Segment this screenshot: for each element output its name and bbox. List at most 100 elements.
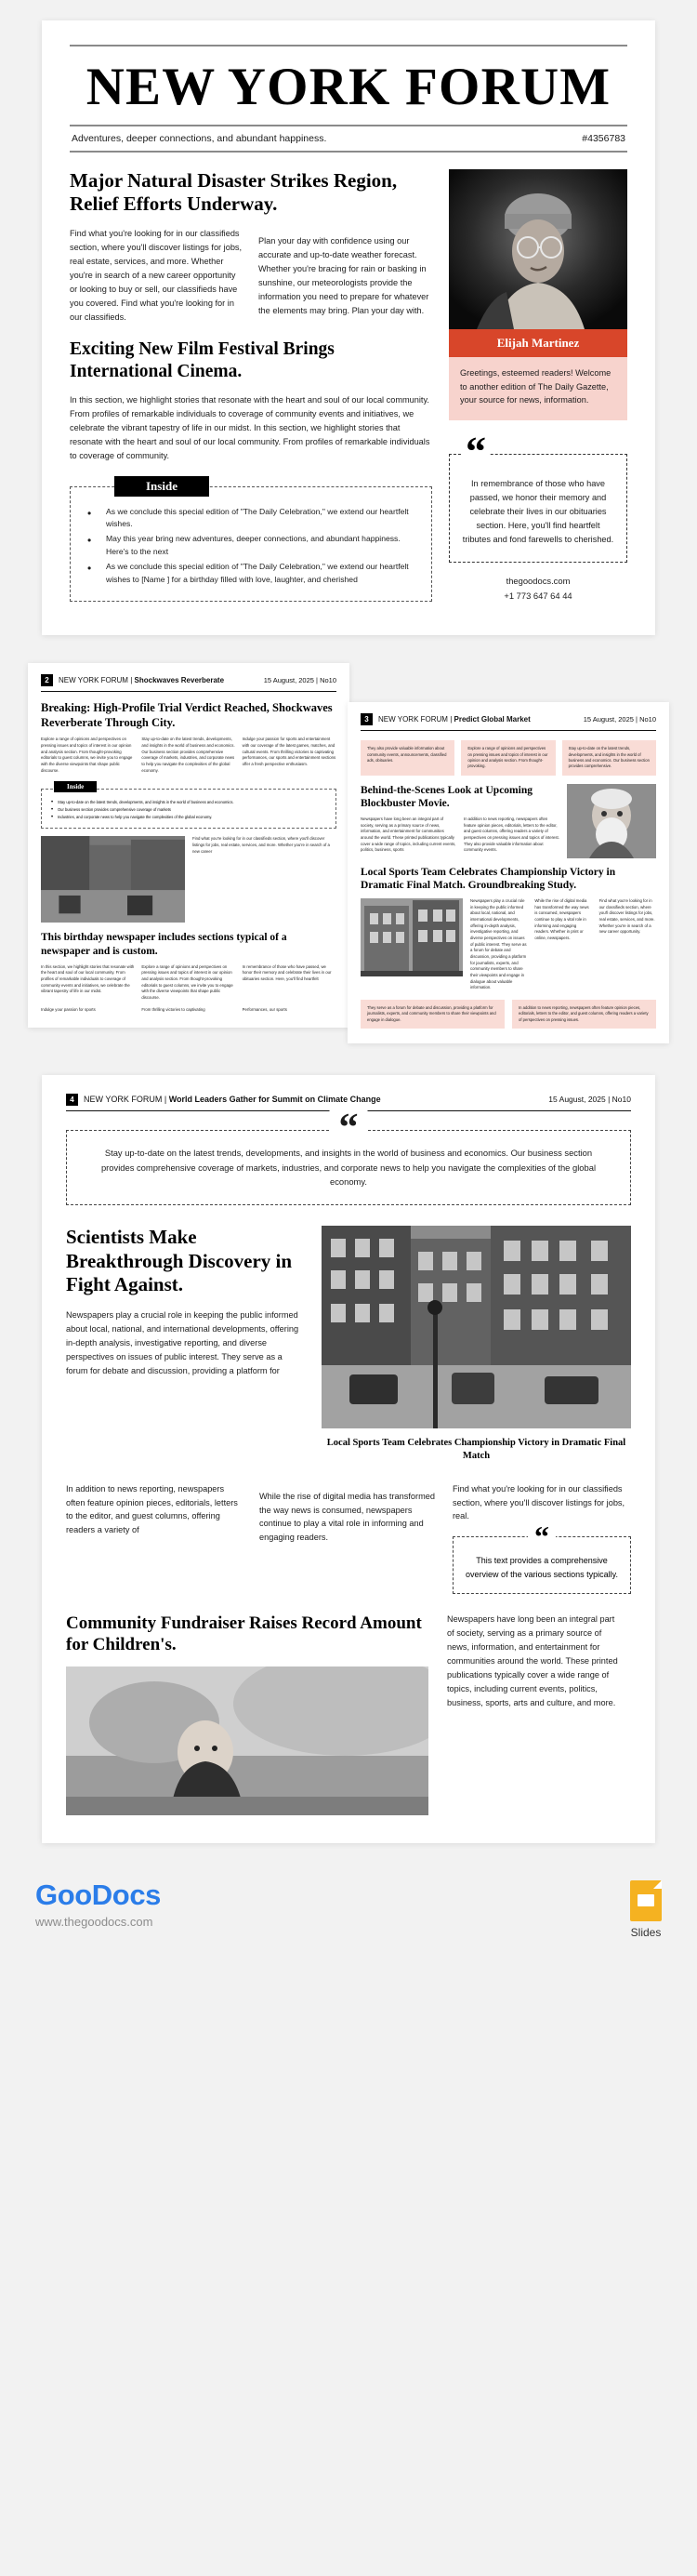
header-paper-name: NEW YORK FORUM xyxy=(59,676,128,685)
page2-inside-label: Inside xyxy=(54,781,98,793)
page1-right-sidebar: Elijah Martinez Greetings, esteemed read… xyxy=(449,168,627,604)
page2-sub-text: Find what you're looking for in our clas… xyxy=(192,836,330,854)
page2-inside-section: Inside Stay up-to-date on the latest tre… xyxy=(41,781,336,830)
page4-closing-text: Newspapers have long been an integral pa… xyxy=(447,1614,618,1707)
page2-sub-row: Find what you're looking for in our clas… xyxy=(41,836,336,923)
page3-header-left: 3 NEW YORK FORUM | Predict Global Market xyxy=(361,713,531,726)
newspaper-page-4: 4 NEW YORK FORUM | World Leaders Gather … xyxy=(42,1074,655,1844)
contact-info: thegoodocs.com +1 773 647 64 44 xyxy=(449,574,627,604)
page4-main-columns: Scientists Make Breakthrough Discovery i… xyxy=(66,1226,631,1463)
page2-note2: From thrilling victories to captivating xyxy=(141,1006,205,1012)
editor-intro-text: Greetings, esteemed readers! Welcome to … xyxy=(449,356,627,420)
list-item: May this year bring new adventures, deep… xyxy=(84,532,418,558)
page2-note3: Performances, our sports xyxy=(242,1006,287,1012)
contact-phone: +1 773 647 64 44 xyxy=(504,590,572,601)
page4-bottom-left: Community Fundraiser Raises Record Amoun… xyxy=(66,1613,428,1816)
page-title: NEW YORK FORUM xyxy=(85,58,612,116)
page3-header-date: 15 August, 2025 | No10 xyxy=(583,715,656,724)
page4-tri-col2: While the rise of digital media has tran… xyxy=(259,1491,435,1543)
page2-inside-list: Stay up-to-date on the latest trends, de… xyxy=(49,799,328,821)
brand-text-docs: Docs xyxy=(91,1879,162,1912)
inside-section: Inside As we conclude this special editi… xyxy=(70,475,432,602)
inside-box: As we conclude this special edition of "… xyxy=(70,485,432,602)
newspaper-page-3: 3 NEW YORK FORUM | Predict Global Market… xyxy=(348,702,669,1043)
city-street-photo xyxy=(41,836,185,923)
brand-text-goo: Goo xyxy=(35,1879,92,1912)
page3-article2-col2: While the rise of digital media has tran… xyxy=(534,898,589,941)
page4-bottom-row: Community Fundraiser Raises Record Amoun… xyxy=(66,1613,631,1816)
page4-left-column: Scientists Make Breakthrough Discovery i… xyxy=(66,1226,303,1463)
page-number-badge: 3 xyxy=(361,713,373,726)
page2-col3: Indulge your passion for sports and ente… xyxy=(242,737,336,767)
page4-photo-caption: Local Sports Team Celebrates Championshi… xyxy=(326,1438,626,1462)
quote-mark-icon: “ xyxy=(528,1521,556,1552)
page3-bottom1: They serve as a forum for debate and dis… xyxy=(361,999,505,1029)
contact-website: thegoodocs.com xyxy=(506,575,571,586)
page3-header: 3 NEW YORK FORUM | Predict Global Market… xyxy=(361,713,656,732)
obituary-quote-section: “ In remembrance of those who have passe… xyxy=(449,432,627,563)
header-section-name: World Leaders Gather for Summit on Clima… xyxy=(168,1095,381,1105)
masthead-meta: Adventures, deeper connections, and abun… xyxy=(70,126,627,151)
list-item: Stay up-to-date on the latest trends, de… xyxy=(49,799,328,807)
page4-tri-col3-wrap: Find what you're looking for in our clas… xyxy=(453,1482,631,1595)
article2-headline: Exciting New Film Festival Brings Intern… xyxy=(70,339,335,382)
footer-brand-block: Goo Docs www.thegoodocs.com xyxy=(35,1880,161,1929)
page4-header-date: 15 August, 2025 | No10 xyxy=(548,1095,631,1105)
page4-three-column-row: In addition to news reporting, newspaper… xyxy=(66,1482,631,1595)
page3-top-row: They also provide valuable information a… xyxy=(361,740,656,776)
header-section-name: Shockwaves Reverberate xyxy=(134,676,225,685)
newspaper-page-2: 2 NEW YORK FORUM | Shockwaves Reverberat… xyxy=(28,663,349,1029)
page4-tri-col3: Find what you're looking for in our clas… xyxy=(453,1483,625,1521)
article1-col1: Find what you're looking for in our clas… xyxy=(70,229,243,322)
page2-birthday-col1: In this section, we highlight stories th… xyxy=(41,963,135,994)
page3-article2-col1: Newspapers play a crucial role in keepin… xyxy=(470,898,527,990)
page1-left-column: Major Natural Disaster Strikes Region, R… xyxy=(70,169,432,604)
page2-three-columns: Explore a range of opinions and perspect… xyxy=(41,737,336,774)
page2-header-text: NEW YORK FORUM | Shockwaves Reverberate xyxy=(59,676,224,684)
page3-bottom2: In addition to news reporting, newspaper… xyxy=(512,999,656,1029)
page4-article1-headline: Scientists Make Breakthrough Discovery i… xyxy=(66,1226,293,1296)
page3-article2-row: Newspapers play a crucial role in keepin… xyxy=(361,898,656,991)
article1-body: Find what you're looking for in our clas… xyxy=(70,227,432,324)
page3-top2: Explore a range of opinions and perspect… xyxy=(461,740,556,776)
page1-main: Major Natural Disaster Strikes Region, R… xyxy=(70,168,627,604)
page4-article2-headline: Community Fundraiser Raises Record Amoun… xyxy=(66,1613,422,1655)
page3-article1-headline: Behind-the-Scenes Look at Upcoming Block… xyxy=(361,784,533,809)
page2-header-left: 2 NEW YORK FORUM | Shockwaves Reverberat… xyxy=(41,674,224,687)
header-separator: | xyxy=(130,676,133,685)
page4-lead-quote-text: Stay up-to-date on the latest trends, de… xyxy=(100,1147,597,1188)
elderly-man-portrait-photo xyxy=(567,783,656,858)
city-street-large-photo xyxy=(322,1226,631,1429)
page2-birthday-headline: This birthday newspaper includes section… xyxy=(41,932,287,957)
page3-article1-cols: Newspapers have long been an integral pa… xyxy=(361,817,559,854)
page2-header-date: 15 August, 2025 | No10 xyxy=(263,676,336,685)
page2-note1: Indulge your passion for sports xyxy=(41,1006,96,1012)
quote-mark-icon: “ xyxy=(462,432,490,472)
page3-article1-row: Behind-the-Scenes Look at Upcoming Block… xyxy=(361,783,656,858)
article1-col2: Plan your day with confidence using our … xyxy=(258,236,429,315)
page3-article1-text: Behind-the-Scenes Look at Upcoming Block… xyxy=(361,784,559,858)
article2-body: In this section, we highlight stories th… xyxy=(70,394,430,460)
page-number-badge: 4 xyxy=(66,1093,78,1106)
header-paper-name: NEW YORK FORUM xyxy=(378,715,448,724)
page3-article2-col3: Find what you're looking for in our clas… xyxy=(598,898,655,935)
page2-col1: Explore a range of opinions and perspect… xyxy=(41,737,133,773)
page4-tri-col1: In addition to news reporting, newspaper… xyxy=(66,1483,238,1535)
header-separator: | xyxy=(164,1095,167,1105)
article1-headline: Major Natural Disaster Strikes Region, R… xyxy=(70,168,398,216)
masthead-tagline: Adventures, deeper connections, and abun… xyxy=(72,132,327,144)
header-paper-name: NEW YORK FORUM xyxy=(84,1095,163,1105)
page3-article1-col1: Newspapers have long been an integral pa… xyxy=(361,817,456,853)
editor-portrait-photo xyxy=(449,168,627,329)
google-slides-icon[interactable] xyxy=(630,1880,662,1922)
newspaper-pages-2-3-spread: 2 NEW YORK FORUM | Shockwaves Reverberat… xyxy=(28,663,669,1043)
page4-header-left: 4 NEW YORK FORUM | World Leaders Gather … xyxy=(66,1093,381,1106)
slides-product-block[interactable]: Slides xyxy=(630,1880,662,1939)
footer-url: www.thegoodocs.com xyxy=(35,1915,153,1930)
page3-article2-headline: Local Sports Team Celebrates Championshi… xyxy=(361,866,616,891)
page2-sub-left xyxy=(41,836,185,923)
page2-header: 2 NEW YORK FORUM | Shockwaves Reverberat… xyxy=(41,674,336,693)
page3-bottom-row: They serve as a forum for debate and dis… xyxy=(361,999,656,1029)
editor-name-badge: Elijah Martinez xyxy=(449,328,627,357)
